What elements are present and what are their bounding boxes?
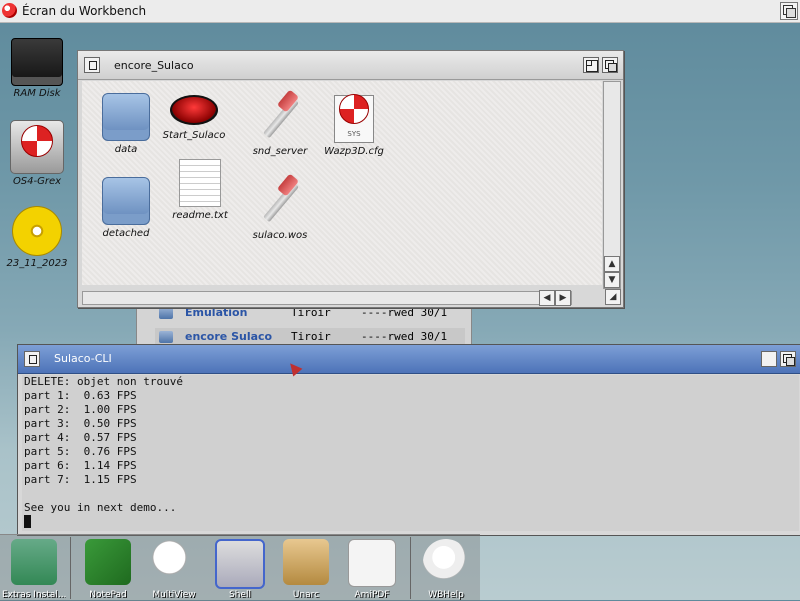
archive-icon (283, 539, 329, 585)
resize-handle-icon[interactable]: ◢ (605, 289, 621, 305)
file-icon-label: sulaco.wos (252, 230, 308, 241)
shell-icon (215, 539, 265, 589)
desktop-icon-label: OS4-Grex (12, 176, 62, 187)
drawer-icon (102, 93, 150, 141)
dock-item-label: MultiView (152, 590, 196, 600)
file-icon-snd-server[interactable]: snd_server (244, 93, 316, 157)
dock-item-label: Extras Instal... (2, 590, 66, 600)
dock-item-unarc[interactable]: Unarc (274, 535, 338, 601)
vertical-scrollbar[interactable]: ▲ ▼ (603, 81, 621, 289)
file-icon-label: snd_server (252, 146, 308, 157)
file-icon-data[interactable]: data (90, 93, 162, 155)
cli-output[interactable]: DELETE: objet non trouvé part 1: 0.63 FPS… (22, 375, 799, 531)
file-icon-start-sulaco[interactable]: Start_Sulaco (158, 89, 230, 141)
cli-line: part 2: 1.00 FPS (24, 403, 137, 416)
screen-title: Écran du Workbench (22, 4, 147, 18)
screen-title-bar: Écran du Workbench (0, 0, 800, 23)
close-icon[interactable] (24, 351, 40, 367)
dock-item-label: NotePad (89, 590, 127, 600)
file-icon-label: detached (102, 228, 150, 239)
desktop-icon-label: RAM Disk (13, 88, 61, 99)
cd-disc-icon (12, 206, 62, 256)
sys-tag: SYS (347, 130, 361, 138)
installer-icon (11, 539, 57, 585)
file-icon-readme-txt[interactable]: readme.txt (164, 159, 236, 221)
window-title: encore_Sulaco (114, 59, 194, 72)
cli-line: part 4: 0.57 FPS (24, 431, 137, 444)
scroll-down-icon[interactable]: ▼ (604, 272, 620, 288)
text-cursor (24, 515, 31, 528)
cli-line: DELETE: objet non trouvé (24, 375, 183, 388)
cli-window[interactable]: Sulaco-CLI DELETE: objet non trouvé part … (17, 344, 800, 536)
red-button-icon (170, 95, 218, 125)
cli-line: part 6: 1.14 FPS (24, 459, 137, 472)
dock-item-amipdf[interactable]: AmiPDF (340, 535, 404, 601)
dock-item-label: Shell (229, 590, 251, 600)
list-item-type: Tiroir (291, 330, 331, 343)
desktop-icon-ram-disk[interactable]: RAM Disk (2, 38, 72, 99)
desktop-icon-cd[interactable]: 23_11_2023 (2, 206, 72, 269)
drawer-icon (159, 331, 173, 343)
dock-item-label: Unarc (292, 590, 320, 600)
amidock: Extras Instal... NotePad MultiView Shell… (0, 534, 480, 601)
cli-line: part 3: 0.50 FPS (24, 417, 137, 430)
window-title-bar[interactable]: encore_Sulaco (78, 51, 623, 80)
screwdriver-icon (255, 93, 305, 143)
text-file-icon (179, 159, 221, 207)
zoom-icon[interactable] (583, 57, 599, 73)
pdf-icon (348, 539, 396, 587)
dock-item-label: WBHelp (428, 590, 464, 600)
dock-item-label: AmiPDF (354, 590, 390, 600)
amiga-boing-icon[interactable] (2, 3, 17, 18)
dock-item-extras-install[interactable]: Extras Instal... (2, 535, 66, 601)
dock-item-shell[interactable]: Shell (208, 535, 272, 601)
file-icon-label: Start_Sulaco (162, 130, 226, 141)
file-icon-label: Wazp3D.cfg (324, 146, 384, 157)
desktop-icon-label: 23_11_2023 (6, 258, 68, 269)
horizontal-scrollbar[interactable]: ◀ ▶ (82, 290, 572, 306)
scroll-up-icon[interactable]: ▲ (604, 256, 620, 272)
cli-line: part 5: 0.76 FPS (24, 445, 137, 458)
list-item-name: encore Sulaco (185, 330, 273, 343)
notepad-icon (85, 539, 131, 585)
cli-line: See you in next demo... (24, 501, 177, 514)
drawer-icon (102, 177, 150, 225)
window-title-bar[interactable]: Sulaco-CLI (18, 345, 800, 374)
lightbulb-icon (423, 539, 469, 585)
window-title: Sulaco-CLI (54, 352, 112, 365)
hard-disk-icon (10, 120, 64, 174)
cli-line: part 7: 1.15 FPS (24, 473, 137, 486)
cli-line: ​ (24, 487, 799, 501)
magnifier-icon (151, 539, 197, 585)
file-icon-wazp3d-cfg[interactable]: SYS Wazp3D.cfg (318, 94, 390, 157)
list-item-protection: ----rwed 30/1 (361, 330, 448, 343)
desktop-icon-os4-grex[interactable]: OS4-Grex (2, 120, 72, 187)
file-icon-label: data (114, 144, 138, 155)
file-icon-detached[interactable]: detached (90, 177, 162, 239)
file-icon-label: readme.txt (172, 210, 228, 221)
cli-line: part 1: 0.63 FPS (24, 389, 137, 402)
scroll-left-icon[interactable]: ◀ (539, 290, 555, 306)
screwdriver-icon (255, 177, 305, 227)
drawer-icon (159, 307, 173, 319)
dock-item-multiview[interactable]: MultiView (142, 535, 206, 601)
dock-separator (70, 537, 71, 599)
dock-separator (410, 537, 411, 599)
iconify-icon[interactable] (761, 351, 777, 367)
drawer-content: data Start_Sulaco snd_server SYS Wazp3D.… (82, 81, 602, 285)
scroll-right-icon[interactable]: ▶ (555, 290, 571, 306)
dock-item-notepad[interactable]: NotePad (76, 535, 140, 601)
screen-depth-icon[interactable] (780, 2, 798, 20)
depth-icon[interactable] (780, 351, 796, 367)
sys-file-icon: SYS (334, 94, 374, 143)
file-icon-sulaco-wos[interactable]: sulaco.wos (244, 177, 316, 241)
close-icon[interactable] (84, 57, 100, 73)
drawer-window[interactable]: encore_Sulaco data Start_Sulaco snd_serv… (77, 50, 624, 308)
dock-item-wbhelp[interactable]: WBHelp (414, 535, 478, 601)
ram-disk-icon (11, 38, 63, 86)
depth-icon[interactable] (602, 57, 618, 73)
